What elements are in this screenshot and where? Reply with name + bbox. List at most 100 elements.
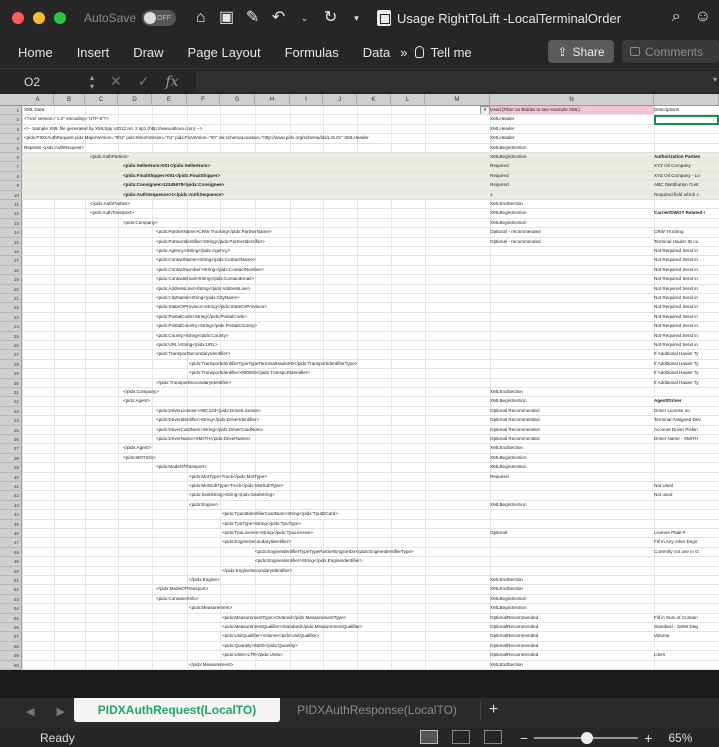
table-row[interactable]: <pidx:PartnerIdentifier>String</pidx:Par… [22, 238, 719, 247]
usage-cell[interactable]: XMLBeginSection [490, 397, 654, 405]
row-header[interactable]: 10 [0, 191, 22, 200]
table-row[interactable]: </pidx:AuthParties> XMLEndSection [22, 200, 719, 210]
description-cell[interactable]: Authorization Parties [654, 153, 719, 161]
row-header[interactable]: 27 [0, 350, 22, 360]
description-cell[interactable]: Not Required Send in [654, 332, 719, 340]
table-row[interactable]: <pidx:ContactName>String</pidx:ContactNa… [22, 256, 719, 266]
description-cell[interactable]: Standard - 15/60 Deg [654, 623, 719, 631]
table-row[interactable]: <pidx:AuthSequence>1</pidx:AuthSequence>… [22, 190, 719, 200]
description-cell[interactable]: Volume [654, 632, 719, 640]
expand-formula-bar-icon[interactable]: ▾ [713, 75, 717, 84]
usage-cell[interactable]: Required [490, 181, 654, 189]
tab-home[interactable]: Home [18, 45, 53, 60]
description-cell[interactable]: Liters [654, 651, 719, 659]
usage-cell[interactable]: OptionalRecommended [490, 614, 654, 622]
row-header[interactable]: 36 [0, 435, 22, 445]
usage-cell[interactable]: Required [490, 473, 654, 481]
row-header[interactable]: 17 [0, 256, 22, 266]
minimize-window-button[interactable] [33, 12, 45, 24]
description-cell[interactable]: If Additional Hauler Ty [654, 360, 719, 368]
usage-cell[interactable]: XMLBeginSection [490, 144, 654, 152]
table-row[interactable]: <pidx:MotSubType>Truck</pidx:MotSubType>… [22, 482, 719, 492]
xml-cell[interactable]: </pidx:Engine> [189, 576, 220, 584]
row-header[interactable]: 52 [0, 585, 22, 595]
description-cell[interactable]: Not Required Send in [654, 285, 719, 293]
table-row[interactable]: </pidx:ModeOfTransport> XMLEndSection [22, 585, 719, 595]
usage-cell[interactable]: Used (Filter on Blanks to see example XM… [490, 106, 654, 115]
xml-cell[interactable]: <pidx:Measurement> [189, 604, 232, 612]
row-header[interactable]: 54 [0, 604, 22, 614]
table-row[interactable]: <pidx:UnitQualifier>Volume</pidx:UnitQua… [22, 632, 719, 642]
sheet-tab-auth-request[interactable]: PIDXAuthRequest(LocalTO) [74, 698, 280, 722]
redo-icon[interactable]: ↻ [322, 10, 339, 26]
description-cell[interactable]: ABC Distribution Cust [654, 181, 719, 189]
table-row[interactable]: <pidx:SealString>String</pidx:SealString… [22, 491, 719, 501]
table-row[interactable]: <pidx:FinalShipper>001</pidx:FinalShippe… [22, 171, 719, 182]
table-row[interactable]: <pidx:TransportIdentifierTypeTypeTermina… [22, 360, 719, 370]
xml-cell[interactable]: XML Data [24, 106, 44, 114]
column-header[interactable]: N [490, 94, 654, 106]
xml-cell[interactable]: <pidx:Company> [123, 219, 158, 227]
xml-cell[interactable]: <!-- Sample XML file generated by XMLSpy… [24, 125, 202, 133]
account-icon[interactable]: ☺ [695, 8, 711, 26]
row-header[interactable]: 30 [0, 379, 22, 388]
row-header[interactable]: 55 [0, 614, 22, 623]
row-header[interactable]: 56 [0, 623, 22, 633]
normal-view-icon[interactable] [420, 730, 438, 744]
tab-formulas[interactable]: Formulas [285, 45, 339, 60]
table-row[interactable]: <pidx:DriverName>SMITH</pidx:DriverName>… [22, 435, 719, 445]
row-header[interactable]: 32 [0, 397, 22, 407]
table-row[interactable]: <pidx:MotType>Truck</pidx:MotType> Requir… [22, 473, 719, 482]
row-header[interactable]: 11 [0, 200, 22, 210]
autosave-toggle[interactable]: OFF [142, 10, 177, 26]
xml-cell[interactable]: <pidx:AddressLine>String</pidx:AddressLi… [156, 285, 251, 293]
description-cell[interactable]: Not Used [654, 482, 719, 490]
usage-cell[interactable]: XMLHeader [490, 134, 654, 142]
usage-cell[interactable]: XMLEndSection [490, 200, 654, 208]
table-row[interactable]: <pidx:TpuType>String</pidx:TpuType> [22, 520, 719, 529]
table-row[interactable]: <pidx:CityName>String</pidx:CityName> Not… [22, 294, 719, 304]
description-cell[interactable]: Descriptions [654, 106, 719, 114]
row-header[interactable]: 28 [0, 360, 22, 370]
usage-cell[interactable]: Optional - recommended [490, 228, 654, 236]
table-row[interactable]: </pidx:Measurement> XMLEndSection [22, 661, 719, 670]
xml-cell[interactable]: <pidx:StateOrProvince>String</pidx:State… [156, 303, 267, 311]
usage-cell[interactable]: XMLEndSection [490, 444, 654, 452]
row-header[interactable]: 31 [0, 388, 22, 398]
table-row[interactable]: <pidx:SellerNum>001</pidx:SellerNum> Requ… [22, 162, 719, 172]
row-header[interactable]: 20 [0, 285, 22, 294]
row-header[interactable]: 60 [0, 661, 22, 670]
usage-cell[interactable]: Optional Recommended [490, 426, 654, 434]
table-row[interactable]: <pidx:AddressLine>String</pidx:AddressLi… [22, 285, 719, 294]
row-header[interactable]: 24 [0, 322, 22, 332]
formula-input[interactable] [196, 71, 719, 92]
xml-cell[interactable]: <pidx:County>String</pidx:County> [156, 332, 229, 340]
xml-cell[interactable]: <pidx:TransportIdentifierTypeTypeTermina… [189, 360, 357, 368]
table-row[interactable]: <pidx:TransportSecondaryIdentifier> If Ad… [22, 350, 719, 360]
description-cell[interactable]: If Additional Hauler Ty [654, 350, 719, 358]
usage-cell[interactable]: XMLBeginSection [490, 153, 654, 161]
table-row[interactable]: <pidx:Company> XMLBeginSection [22, 219, 719, 229]
column-header[interactable]: K [357, 94, 391, 106]
row-header[interactable]: 6 [0, 153, 22, 163]
row-header[interactable]: 25 [0, 332, 22, 341]
table-row[interactable]: <pidx:MOTInfo> XMLBeginSection [22, 454, 719, 464]
column-header[interactable]: A [22, 94, 54, 106]
table-row[interactable]: </pidx:Company> XMLEndSection [22, 388, 719, 398]
column-header[interactable]: C [85, 94, 118, 106]
row-header[interactable]: 41 [0, 482, 22, 492]
edit-icon[interactable]: ✎ [244, 10, 261, 26]
table-row[interactable]: XML Data Used (Filter on Blanks to see ex… [22, 106, 719, 116]
usage-cell[interactable]: XMLBeginSection [490, 219, 654, 227]
xml-cell[interactable]: <pidx:AuthTransport> [90, 209, 134, 217]
table-row[interactable]: <pidx:StateOrProvince>String</pidx:State… [22, 303, 719, 313]
row-header[interactable]: 58 [0, 642, 22, 652]
xml-cell[interactable]: </pidx:AuthParties> [90, 200, 130, 208]
cancel-icon[interactable]: ✕ [110, 73, 122, 90]
usage-cell[interactable]: XMLBeginSection [490, 463, 654, 471]
row-header[interactable]: 45 [0, 520, 22, 529]
xml-cell[interactable]: <pidx:Engine> [189, 501, 218, 509]
page-layout-view-icon[interactable] [452, 730, 470, 744]
table-row[interactable]: <pidx:ModeOfTransport> XMLBeginSection [22, 463, 719, 473]
table-row[interactable]: <!-- Sample XML file generated by XMLSpy… [22, 125, 719, 135]
